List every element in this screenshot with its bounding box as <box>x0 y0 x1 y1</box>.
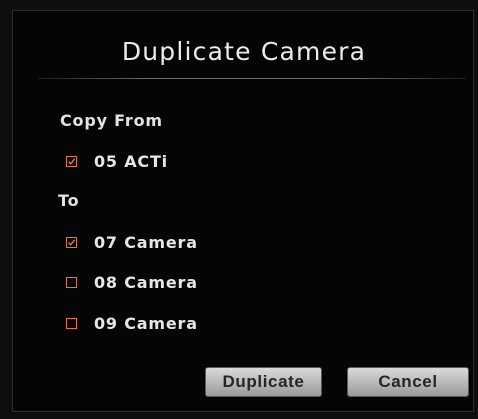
title-divider <box>38 78 466 79</box>
target-camera-checkbox[interactable] <box>66 276 77 288</box>
source-camera-checkbox[interactable] <box>66 155 77 167</box>
duplicate-button[interactable]: Duplicate <box>205 367 322 397</box>
duplicate-camera-dialog: Duplicate Camera Copy From 05 ACTi To 07… <box>12 10 474 412</box>
checkmark-icon <box>68 238 76 246</box>
target-camera-label: 09 Camera <box>94 313 198 333</box>
target-camera-label: 07 Camera <box>94 232 198 252</box>
dialog-title: Duplicate Camera <box>121 37 367 66</box>
copy-from-label: Copy From <box>60 111 163 130</box>
to-label: To <box>58 191 80 210</box>
target-camera-label: 08 Camera <box>94 272 198 292</box>
source-camera-label: 05 ACTi <box>94 151 168 171</box>
checkmark-icon <box>68 157 76 165</box>
target-camera-item[interactable]: 07 Camera <box>66 231 198 253</box>
target-camera-checkbox[interactable] <box>66 317 77 329</box>
source-camera-item[interactable]: 05 ACTi <box>66 150 168 172</box>
cancel-button[interactable]: Cancel <box>347 367 469 397</box>
target-camera-item[interactable]: 08 Camera <box>66 271 198 293</box>
target-camera-item[interactable]: 09 Camera <box>66 312 198 334</box>
target-camera-checkbox[interactable] <box>66 236 77 248</box>
